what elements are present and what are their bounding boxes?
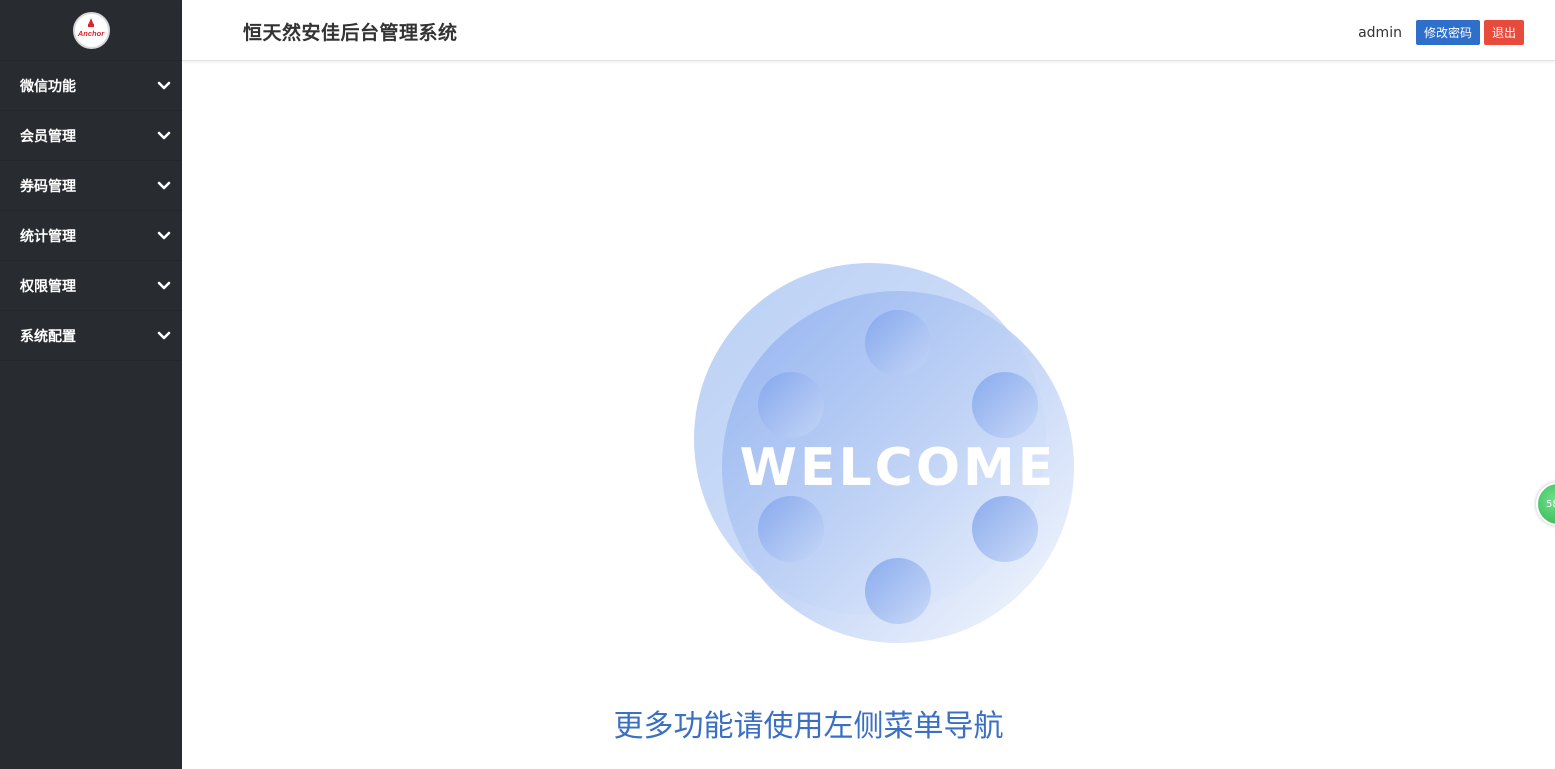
welcome-word: WELCOME <box>740 438 1057 498</box>
sidebar-item-coupons[interactable]: 券码管理 <box>0 161 182 211</box>
chevron-down-icon <box>157 181 171 189</box>
chevron-down-icon <box>157 131 171 139</box>
floating-badge-text: 58 <box>1546 498 1555 510</box>
sidebar-item-wechat[interactable]: 微信功能 <box>0 61 182 111</box>
sidebar-item-permissions[interactable]: 权限管理 <box>0 261 182 311</box>
sidebar-item-label: 统计管理 <box>20 228 76 245</box>
sidebar-menu: 微信功能 会员管理 券码管理 统计管理 权限管理 系统配置 <box>0 61 182 361</box>
logout-button[interactable]: 退出 <box>1483 20 1524 45</box>
anchor-logo[interactable]: Anchor <box>72 11 110 49</box>
chevron-down-icon <box>157 81 171 89</box>
disc-dot <box>865 558 931 624</box>
chevron-down-icon <box>157 331 171 339</box>
chevron-down-icon <box>157 231 171 239</box>
header-user-area: admin 修改密码 退出 <box>1358 20 1524 45</box>
sidebar-item-label: 会员管理 <box>20 128 76 145</box>
disc-dot <box>758 496 824 562</box>
main-content: WELCOME 更多功能请使用左侧菜单导航 <box>182 61 1555 769</box>
anchor-logo-icon: Anchor <box>77 16 105 44</box>
sidebar-item-label: 券码管理 <box>20 178 76 195</box>
change-password-button[interactable]: 修改密码 <box>1415 20 1480 45</box>
username: admin <box>1358 24 1402 41</box>
app-title: 恒天然安佳后台管理系统 <box>243 22 458 44</box>
chevron-down-icon <box>157 281 171 289</box>
disc-dot <box>758 372 824 438</box>
top-header: 恒天然安佳后台管理系统 admin 修改密码 退出 <box>182 0 1555 61</box>
sidebar-item-label: 系统配置 <box>20 328 76 345</box>
logo-text: Anchor <box>77 29 105 38</box>
sidebar: Anchor 微信功能 会员管理 券码管理 统计管理 权限管理 系统配置 <box>0 0 182 769</box>
sidebar-item-members[interactable]: 会员管理 <box>0 111 182 161</box>
disc-dot <box>972 496 1038 562</box>
sidebar-item-statistics[interactable]: 统计管理 <box>0 211 182 261</box>
disc-dot <box>972 372 1038 438</box>
sidebar-item-label: 权限管理 <box>20 278 76 295</box>
welcome-illustration: WELCOME <box>694 263 1074 643</box>
logo-area: Anchor <box>0 0 182 61</box>
disc-dot <box>865 310 931 376</box>
navigation-hint: 更多功能请使用左侧菜单导航 <box>613 709 1004 744</box>
sidebar-item-label: 微信功能 <box>20 78 76 95</box>
sidebar-item-system-config[interactable]: 系统配置 <box>0 311 182 361</box>
